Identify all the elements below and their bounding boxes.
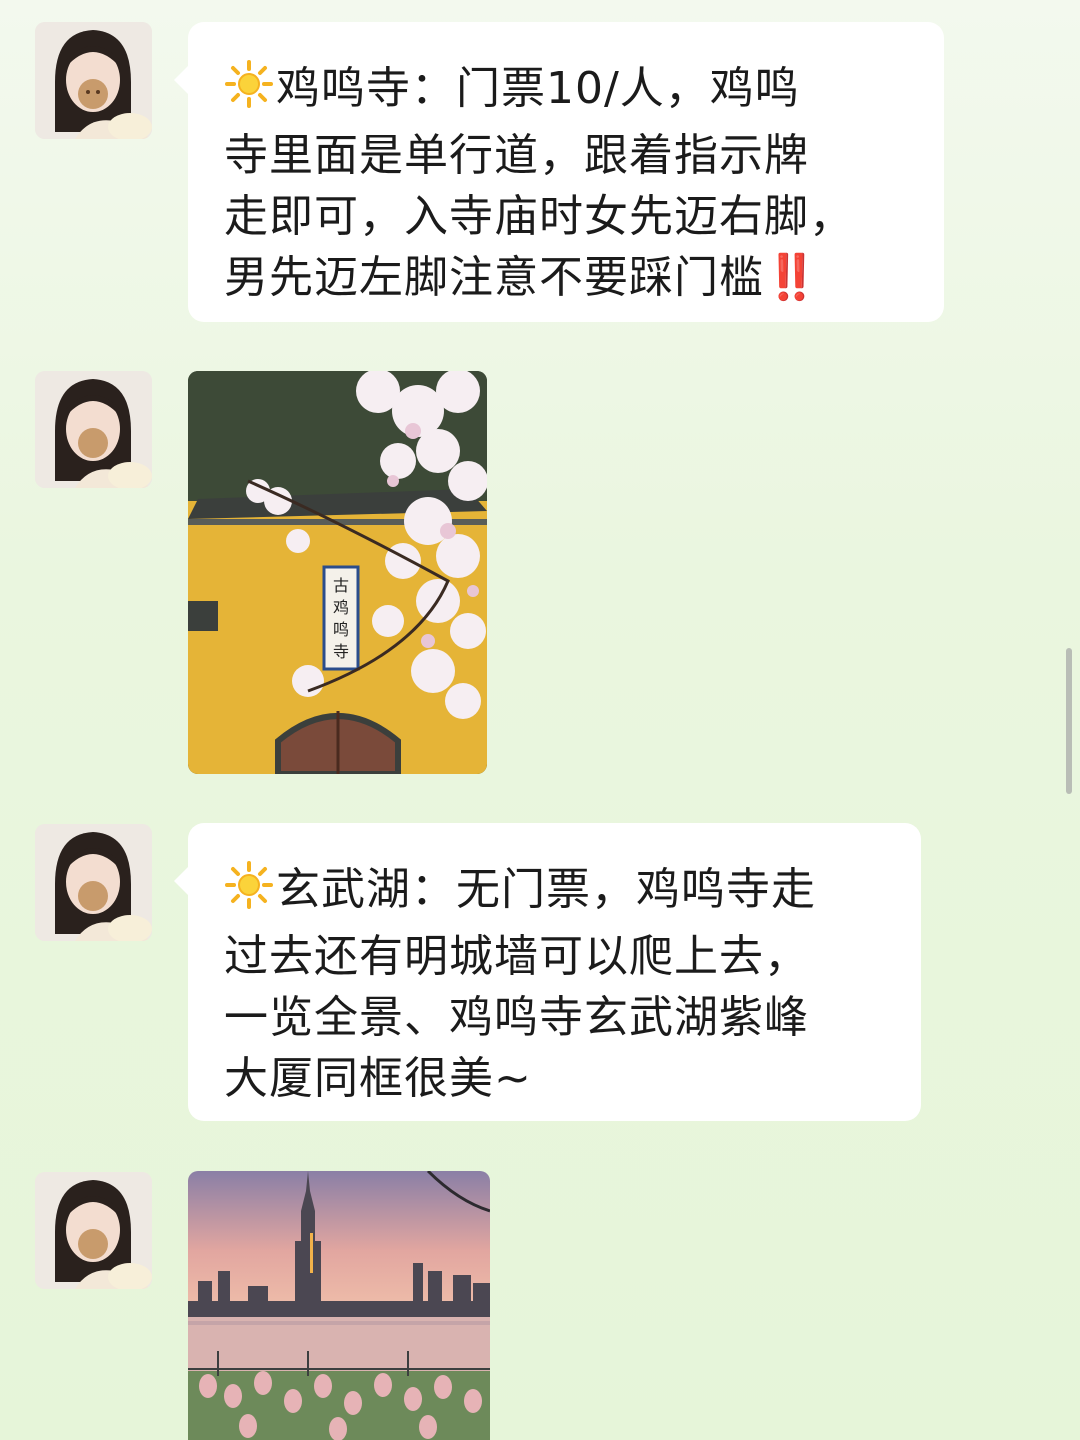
text-bubble[interactable]: 玄武湖：无门票，鸡鸣寺走 过去还有明城墙可以爬上去， 一览全景、鸡鸣寺玄武湖紫峰… bbox=[174, 823, 921, 1121]
message-text: 鸡鸣寺：门票10/人，鸡鸣 寺里面是单行道，跟着指示牌 走即可，入寺庙时女先迈右… bbox=[224, 58, 908, 308]
message-text: 玄武湖：无门票，鸡鸣寺走 过去还有明城墙可以爬上去， 一览全景、鸡鸣寺玄武湖紫峰… bbox=[224, 859, 885, 1109]
svg-text:寺: 寺 bbox=[333, 642, 349, 661]
double-exclamation-icon: ‼️ bbox=[764, 252, 820, 303]
scrollbar[interactable] bbox=[1066, 648, 1072, 794]
sun-icon bbox=[224, 860, 274, 926]
svg-text:鸡: 鸡 bbox=[333, 598, 349, 617]
lake-skyline-photo[interactable] bbox=[188, 1171, 490, 1440]
svg-text:鸣: 鸣 bbox=[333, 620, 349, 639]
text-bubble[interactable]: 鸡鸣寺：门票10/人，鸡鸣 寺里面是单行道，跟着指示牌 走即可，入寺庙时女先迈右… bbox=[174, 22, 944, 322]
temple-photo[interactable]: 古 鸡 鸣 寺 bbox=[188, 371, 487, 774]
sun-icon bbox=[224, 59, 274, 125]
temple-sign-char: 古 bbox=[333, 576, 349, 595]
avatar[interactable] bbox=[35, 371, 152, 488]
avatar[interactable] bbox=[35, 1172, 152, 1289]
avatar[interactable] bbox=[35, 22, 152, 139]
avatar[interactable] bbox=[35, 824, 152, 941]
